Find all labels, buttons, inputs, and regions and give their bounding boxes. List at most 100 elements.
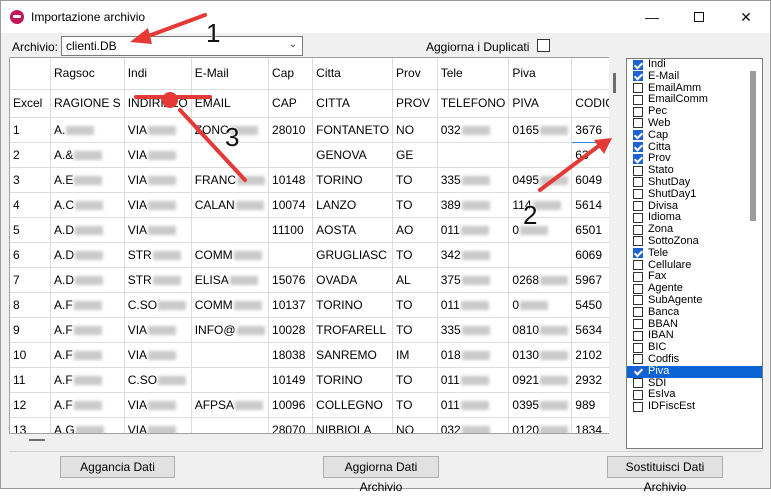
grid-cell[interactable]: 018 [437,342,510,368]
grid-cell[interactable]: 2 [10,142,51,168]
grid-cell[interactable]: 0395 [508,392,573,418]
grid-cell[interactable]: 011 [437,392,510,418]
grid-cell[interactable]: AFPSA [191,392,270,418]
grid-cell[interactable]: 011 [437,292,510,318]
grid-cell[interactable]: 28010 [268,117,314,143]
grid-cell[interactable]: COMM [191,292,270,318]
grid-cell[interactable]: 13 [10,417,51,433]
grid-cell[interactable]: 1 [10,117,51,143]
grid-cell[interactable]: 4 [10,192,51,218]
field-checkbox[interactable] [633,342,643,353]
grid-cell[interactable]: 0810 [508,317,573,343]
archivio-select[interactable]: clienti.DB ⌄ [61,36,303,56]
grid-cell[interactable]: 011 [437,367,510,393]
grid-cell[interactable]: OVADA [312,267,394,293]
grid-cell[interactable]: 28070 [268,417,314,433]
grid-cell[interactable]: A.F [50,342,125,368]
grid-cell[interactable]: GE [392,142,438,168]
grid-cell[interactable]: 8 [10,292,51,318]
field-checkbox[interactable] [633,330,643,341]
grid-cell[interactable]: CALAN [191,192,270,218]
grid-cell[interactable]: 10137 [268,292,314,318]
grid-cell[interactable]: 011 [437,217,510,243]
grid-cell[interactable] [191,342,270,368]
field-list-scrollbar[interactable] [750,71,756,221]
grid-cell[interactable]: NO [392,417,438,433]
grid-cell[interactable]: 0130 [508,342,573,368]
aggiorna-duplicati-checkbox[interactable] [537,39,550,52]
grid-cell[interactable]: 9 [10,317,51,343]
field-checkbox[interactable] [633,401,643,412]
grid-cell[interactable]: SANREMO [312,342,394,368]
grid-cell[interactable]: 10028 [268,317,314,343]
grid-cell[interactable]: A.C [50,192,125,218]
grid-cell[interactable]: COLLEGNO [312,392,394,418]
field-checkbox[interactable] [633,224,643,235]
grid-cell[interactable]: A.D [50,217,125,243]
grid-cell[interactable]: TO [392,167,438,193]
grid-cell[interactable]: 342 [437,242,510,268]
grid-cell[interactable]: 10 [10,342,51,368]
grid-cell[interactable]: 12 [10,392,51,418]
field-checkbox[interactable] [633,319,643,330]
grid-cell[interactable] [268,242,314,268]
grid-cell[interactable]: 10148 [268,167,314,193]
grid-horizontal-scroll-thumb[interactable] [29,439,45,441]
field-checkbox[interactable] [633,59,643,70]
grid-cell[interactable]: 3 [10,167,51,193]
field-checkbox[interactable] [633,212,643,223]
grid-cell[interactable]: AO [392,217,438,243]
grid-cell[interactable]: 0 [508,217,573,243]
field-checkbox[interactable] [633,201,643,212]
field-checkbox[interactable] [633,83,643,94]
grid-cell[interactable]: 11100 [268,217,314,243]
grid-cell[interactable]: 7 [10,267,51,293]
grid-cell[interactable] [437,142,510,168]
grid-cell[interactable]: VIA [124,217,192,243]
grid-cell[interactable]: A.G [50,417,125,433]
grid-cell[interactable]: ELISA [191,267,270,293]
grid-cell[interactable]: 0921 [508,367,573,393]
field-item-idfiscest[interactable]: IDFiscEst [627,400,762,413]
grid-cell[interactable]: 0495 [508,167,573,193]
field-checkbox[interactable] [633,236,643,247]
field-checkbox[interactable] [633,260,643,271]
grid-cell[interactable]: A.& [50,142,125,168]
grid-cell[interactable]: A.F [50,317,125,343]
grid-cell[interactable]: TO [392,242,438,268]
grid-cell[interactable]: C.SO [124,367,192,393]
grid-cell[interactable]: INFO@ [191,317,270,343]
grid-cell[interactable]: 15076 [268,267,314,293]
grid-cell[interactable]: 0120 [508,417,573,433]
grid-cell[interactable]: VIA [124,142,192,168]
grid-cell[interactable]: 335 [437,317,510,343]
grid-cell[interactable] [191,367,270,393]
scroll-thumb[interactable] [613,73,616,93]
grid-cell[interactable]: STR [124,267,192,293]
grid-cell[interactable]: 6 [10,242,51,268]
grid-cell[interactable]: VIA [124,317,192,343]
grid-cell[interactable]: 11 [10,367,51,393]
grid-cell[interactable]: 10096 [268,392,314,418]
grid-cell[interactable]: TO [392,192,438,218]
grid-cell[interactable]: LANZO [312,192,394,218]
sostituisci-dati-archivio-button[interactable]: Sostituisci Dati Archivio [607,456,723,494]
close-button[interactable]: ✕ [723,1,769,33]
grid-cell[interactable]: VIA [124,417,192,433]
field-checkbox[interactable] [633,71,643,82]
grid-cell[interactable] [191,417,270,433]
field-checkbox[interactable] [633,130,643,141]
grid-cell[interactable]: 335 [437,167,510,193]
grid-cell[interactable]: TO [392,317,438,343]
grid-cell[interactable]: VIA [124,192,192,218]
grid-cell[interactable]: AL [392,267,438,293]
grid-cell[interactable]: FONTANETO [312,117,394,143]
grid-cell[interactable]: 114 [508,192,573,218]
grid-cell[interactable]: 0268 [508,267,573,293]
grid-cell[interactable]: 032 [437,417,510,433]
field-checkbox[interactable] [633,165,643,176]
grid-cell[interactable]: IM [392,342,438,368]
grid-cell[interactable]: 18038 [268,342,314,368]
grid-cell[interactable]: C.SO [124,292,192,318]
field-checkbox[interactable] [633,142,643,153]
